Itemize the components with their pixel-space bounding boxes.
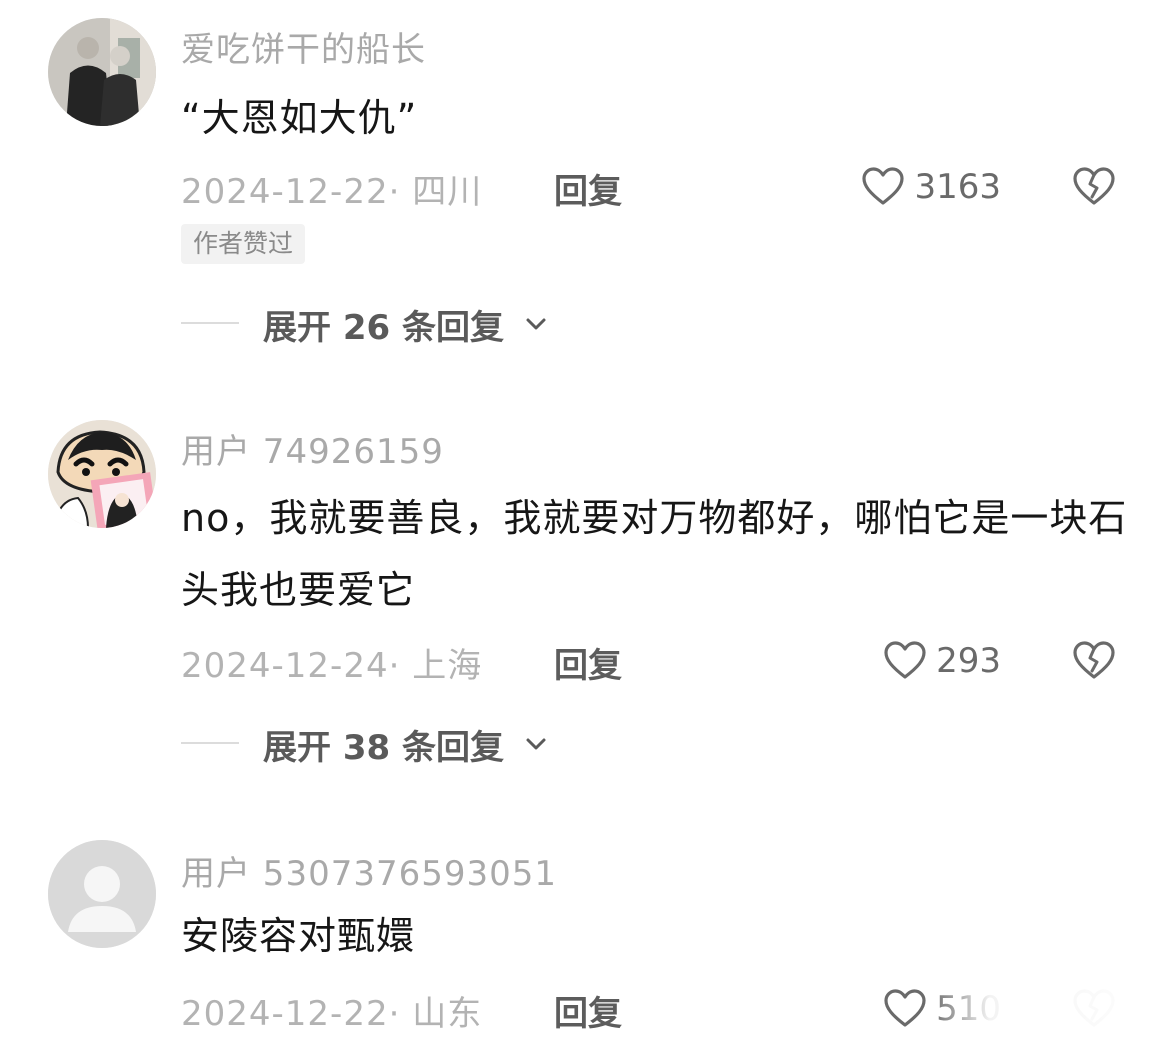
watermark-fade: [930, 985, 1170, 1049]
heart-icon: [884, 989, 926, 1027]
comment-date-location: 2024-12-22· 山东: [181, 994, 483, 1034]
comment-item: 用户 5307376593051 安陵容对甄嬛 2024-12-22· 山东 回…: [0, 0, 1170, 1049]
reply-button[interactable]: 回复: [554, 986, 622, 1035]
comment-text: 安陵容对甄嬛: [181, 914, 416, 958]
username[interactable]: 用户 5307376593051: [181, 846, 557, 895]
default-user-avatar-icon[interactable]: [48, 840, 156, 948]
